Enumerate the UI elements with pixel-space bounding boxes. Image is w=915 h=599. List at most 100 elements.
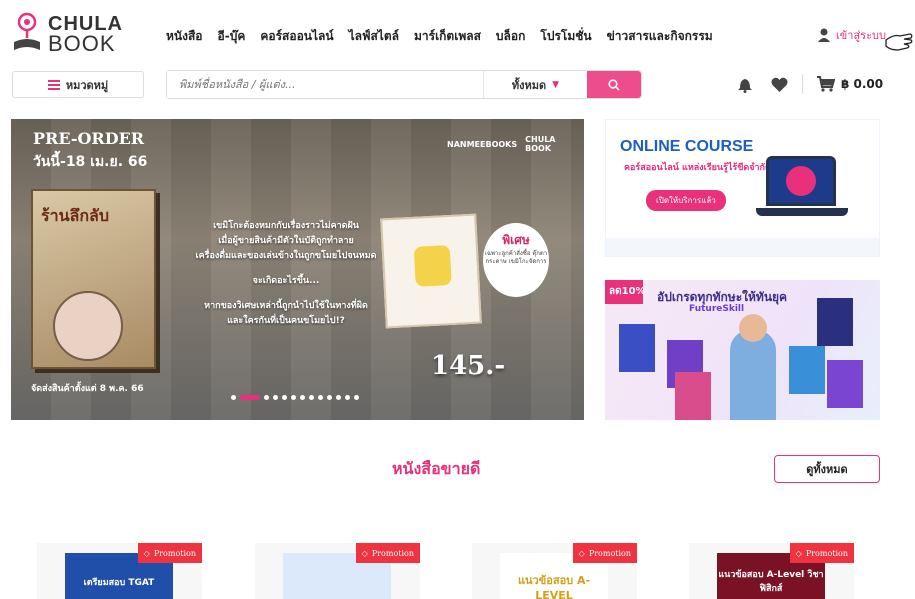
tag-icon: ◇	[578, 548, 585, 558]
hero-book-illustration	[53, 291, 123, 361]
hero-blurb-line: หากของวิเศษเหล่านี้ถูกนำไปใช้ในทางที่ผิด	[204, 301, 368, 311]
carousel-dot[interactable]	[273, 395, 278, 400]
bell-icon[interactable]	[737, 76, 753, 93]
special-gift-badge: พิเศษ เฉพาะลูกค้าสั่งซื้อ ตุ๊กตากระดาษ เ…	[483, 223, 549, 297]
search-input[interactable]	[167, 71, 483, 98]
heart-icon[interactable]	[771, 77, 788, 92]
hand-pointer-icon	[884, 26, 914, 62]
promotion-badge: ◇ Promotion	[572, 543, 637, 563]
carousel-dot[interactable]	[336, 395, 341, 400]
search-scope-label: ทั้งหมด	[511, 78, 547, 92]
nav-ebooks[interactable]: อี-บุ๊ค	[218, 27, 246, 46]
hamburger-icon	[47, 79, 60, 90]
special-title: พิเศษ	[502, 233, 530, 247]
search-scope-select[interactable]: ทั้งหมด ▼	[483, 71, 587, 98]
search-bar: ทั้งหมด ▼	[166, 70, 642, 99]
header-divider	[802, 74, 803, 94]
nav-online-courses[interactable]: คอร์สออนไลน์	[260, 27, 333, 46]
special-subtitle: เฉพาะลูกค้าสั่งซื้อ ตุ๊กตากระดาษ เขมิโกะ…	[484, 250, 548, 265]
laptop-base	[756, 208, 848, 216]
online-course-banner[interactable]: ONLINE COURSE คอร์สออนไลน์ แหล่งเรียนรู้…	[605, 119, 880, 257]
login-label: เข้าสู่ระบบ	[836, 29, 886, 42]
hero-book-cover: ร้านลึกลับ	[31, 189, 156, 369]
product-card[interactable]: ◇ Promotion	[255, 543, 420, 599]
banner-wave	[606, 238, 879, 256]
promotion-badge: ◇ Promotion	[789, 543, 854, 563]
product-card[interactable]: แนวข้อสอบ A-LEVEL ◇ Promotion	[472, 543, 637, 599]
futureskill-subtitle: FutureSkill	[689, 304, 745, 314]
hero-blurb-line: เขมิโกะต้องหมกกับเรื่องราวไม่คาดฝัน	[213, 221, 359, 231]
view-all-button[interactable]: ดูทั้งหมด	[774, 455, 880, 483]
promotion-label: Promotion	[588, 548, 631, 558]
product-cover-text: เตรียมสอบ TGAT	[83, 578, 155, 588]
carousel-dot[interactable]	[309, 395, 314, 400]
course-card	[675, 372, 711, 420]
product-cover-text: แนวข้อสอบ A-LEVEL	[517, 574, 591, 599]
hero-ship-date: จัดส่งสินค้าตั้งแต่ 8 พ.ค. 66	[31, 384, 144, 394]
nav-news-events[interactable]: ข่าวสารและกิจกรรม	[607, 27, 713, 46]
product-card[interactable]: แนวข้อสอบ A-Level วิชาฟิสิกส์ ◇ Promotion	[689, 543, 854, 599]
carousel-dot[interactable]	[231, 395, 236, 400]
carousel-dot-active[interactable]	[240, 395, 260, 400]
hero-brands: NANMEEBOOKS CHULA BOOK	[447, 135, 584, 153]
hero-blurb-line: เมื่อผู้ขายสินค้ามีตัวในบัติถูกทำลาย	[218, 236, 354, 246]
nav-blog[interactable]: บล็อก	[496, 27, 525, 46]
product-card[interactable]: เตรียมสอบ TGAT ◇ Promotion	[37, 543, 202, 599]
product-cover-text: แนวข้อสอบ A-Level วิชาฟิสิกส์	[718, 570, 824, 594]
nav-promotions[interactable]: โปรโมชั่น	[540, 27, 591, 46]
course-card	[827, 360, 863, 408]
carousel-dot[interactable]	[300, 395, 305, 400]
carousel-dot[interactable]	[327, 395, 332, 400]
promotion-badge: ◇ Promotion	[137, 543, 202, 563]
search-icon	[608, 78, 620, 91]
hero-blurb-line: เครื่องดื่มและของเล่นข้างในถูกขโมยไปจนหม…	[195, 251, 377, 261]
header: CHULA BOOK หนังสือ อี-บุ๊ค คอร์สออนไลน์ …	[0, 0, 915, 70]
presenter-head	[739, 314, 767, 342]
carousel-dot[interactable]	[291, 395, 296, 400]
futureskill-banner[interactable]: ลด10% อัปเกรดทุกทักษะให้ทันยุค FutureSki…	[605, 280, 880, 420]
cat-illustration	[413, 244, 452, 287]
hero-blurb-line: จะเกิดอะไรขึ้น...	[252, 276, 320, 286]
promotion-label: Promotion	[153, 548, 196, 558]
search-button[interactable]	[587, 71, 641, 98]
cart-icon[interactable]	[817, 76, 835, 92]
category-menu-button[interactable]: หมวดหมู่	[12, 71, 144, 98]
carousel-dot[interactable]	[282, 395, 287, 400]
carousel-dot[interactable]	[318, 395, 323, 400]
online-course-button[interactable]: เปิดให้บริการแล้ว	[646, 190, 726, 211]
brand-chulabook: CHULA BOOK	[525, 135, 556, 153]
tag-icon: ◇	[143, 548, 150, 558]
graduation-cap-icon	[786, 166, 816, 196]
hero-carousel[interactable]: PRE-ORDER วันนี้-18 เม.ย. 66 NANMEEBOOKS…	[11, 119, 584, 420]
hero-blurb: เขมิโกะต้องหมกกับเรื่องราวไม่คาดฝัน เมื่…	[171, 219, 401, 329]
chula-book-logo[interactable]: CHULA BOOK	[12, 12, 123, 56]
cart-amount[interactable]: ฿ 0.00	[841, 77, 883, 91]
chevron-down-icon: ▼	[552, 79, 560, 90]
login-link[interactable]: เข้าสู่ระบบ	[818, 26, 886, 44]
carousel-dot[interactable]	[264, 395, 269, 400]
brand-nanmeebooks: NANMEEBOOKS	[447, 139, 518, 149]
hero-price: 145.-	[431, 351, 506, 381]
logo-mark-icon	[12, 12, 42, 56]
tag-icon: ◇	[361, 548, 368, 558]
category-menu-label: หมวดหมู่	[65, 78, 109, 92]
carousel-dot[interactable]	[345, 395, 350, 400]
promotion-label: Promotion	[805, 548, 848, 558]
discount-badge: ลด10%	[605, 280, 646, 304]
course-card	[817, 298, 853, 346]
hero-until-date: วันนี้-18 เม.ย. 66	[33, 154, 148, 170]
online-course-title: ONLINE COURSE	[620, 138, 754, 155]
hero-book-title: ร้านลึกลับ	[41, 206, 109, 225]
carousel-dots	[231, 395, 359, 400]
presenter-illustration	[730, 330, 776, 420]
course-card	[789, 346, 825, 394]
logo-line2: BOOK	[48, 31, 116, 56]
paper-doll-card	[380, 213, 482, 329]
course-card	[619, 324, 655, 372]
carousel-dot[interactable]	[354, 395, 359, 400]
bestsellers-title: หนังสือขายดี	[392, 459, 481, 478]
nav-lifestyle[interactable]: ไลฟ์สไตล์	[349, 27, 399, 46]
nav-books[interactable]: หนังสือ	[166, 27, 203, 46]
nav-marketplace[interactable]: มาร์เก็ตเพลส	[414, 27, 481, 46]
tag-icon: ◇	[795, 548, 802, 558]
